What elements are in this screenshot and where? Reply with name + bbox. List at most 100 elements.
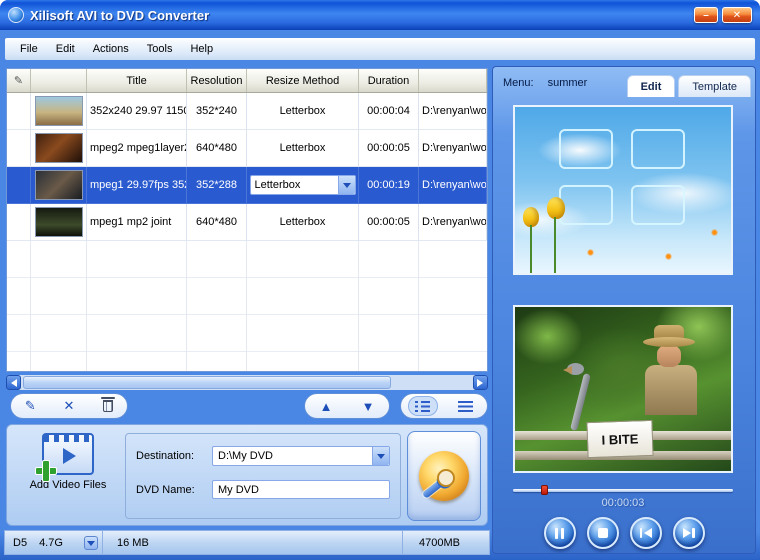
video-preview: I BITE	[513, 305, 733, 473]
playback-controls	[493, 517, 755, 549]
table-row[interactable]: mpeg2 mpeg1layer2 640*480 Letterbox 00:0…	[7, 130, 487, 167]
file-list-table: ✎ Title Resolution Resize Method Duratio…	[6, 68, 488, 372]
resize-method-combobox[interactable]: Letterbox	[249, 175, 356, 195]
dropdown-arrow-icon[interactable]	[337, 176, 355, 194]
row-resolution: 352*288	[187, 167, 247, 204]
row-title: mpeg1 29.97fps 352	[87, 167, 187, 204]
row-resize-method: Letterbox	[247, 130, 359, 167]
row-path: D:\renyan\wor	[419, 167, 487, 204]
seek-handle[interactable]	[541, 485, 548, 495]
list-view-icon	[458, 400, 473, 412]
output-panel: Add Video Files Destination: D:\My DVD D…	[6, 424, 488, 526]
playback-time: 00:00:03	[601, 497, 645, 509]
dvd-settings-groupbox: Destination: D:\My DVD DVD Name:	[125, 433, 401, 519]
scroll-left-icon[interactable]	[6, 375, 21, 390]
add-video-files-button[interactable]: Add Video Files	[15, 429, 121, 523]
tab-template[interactable]: Template	[678, 75, 751, 97]
total-size-segment: 4700MB	[403, 531, 489, 554]
used-size-segment: 16 MB	[103, 531, 403, 554]
close-button[interactable]: ✕	[722, 7, 752, 23]
title-bar[interactable]: Xilisoft AVI to DVD Converter – ✕	[0, 0, 760, 30]
dropdown-arrow-icon[interactable]	[372, 447, 389, 465]
skip-back-icon	[639, 528, 642, 538]
tab-edit[interactable]: Edit	[626, 75, 676, 97]
row-duration: 00:00:19	[359, 167, 419, 204]
add-video-files-label: Add Video Files	[29, 479, 107, 491]
row-path: D:\renyan\wor	[419, 130, 487, 167]
row-resize-method: Letterbox	[247, 93, 359, 130]
title-column-header[interactable]: Title	[87, 69, 187, 92]
menu-actions[interactable]: Actions	[84, 40, 138, 58]
video-thumbnail	[34, 207, 83, 237]
tulip-flower	[523, 207, 541, 273]
video-thumbnail	[34, 170, 83, 200]
disc-size: 4.7G	[39, 536, 63, 549]
menu-file[interactable]: File	[11, 40, 47, 58]
previous-button[interactable]	[629, 517, 662, 549]
menu-template-name: summer	[547, 77, 588, 89]
preview-topbar: Menu: summer Edit Template	[493, 67, 755, 97]
row-resolution: 352*240	[187, 93, 247, 130]
row-resolution: 640*480	[187, 204, 247, 241]
list-view-button[interactable]	[451, 396, 481, 416]
edit-tools-group: ✎ ✕	[10, 393, 128, 419]
scroll-right-icon[interactable]	[473, 375, 488, 390]
menu-edit[interactable]: Edit	[47, 40, 84, 58]
edit-icon: ✎	[24, 398, 36, 413]
remove-button[interactable]: ✕	[54, 396, 84, 416]
minimize-icon: –	[703, 9, 709, 21]
resize-method-column-header[interactable]: Resize Method	[247, 69, 359, 92]
close-icon: ✕	[732, 9, 742, 21]
seek-slider[interactable]	[513, 485, 733, 495]
stop-button[interactable]	[586, 517, 619, 549]
next-button[interactable]	[672, 517, 705, 549]
total-size: 4700MB	[419, 536, 460, 549]
scrollbar-thumb[interactable]	[23, 376, 391, 389]
menu-template-preview	[513, 105, 733, 275]
move-down-button[interactable]: ▼	[353, 396, 383, 416]
pencil-icon: ✎	[13, 75, 24, 87]
detail-view-button[interactable]	[407, 396, 438, 416]
destination-dropdown[interactable]: D:\My DVD	[212, 446, 390, 466]
used-size: 16 MB	[117, 536, 149, 549]
preview-tabs: Edit Template	[626, 75, 751, 97]
table-row[interactable]: 352x240 29.97 1150 352*240 Letterbox 00:…	[7, 93, 487, 130]
horizontal-scrollbar[interactable]	[6, 375, 488, 390]
minimize-button[interactable]: –	[694, 7, 718, 23]
plus-icon	[35, 460, 57, 482]
table-row[interactable]: mpeg1 mp2 joint 640*480 Letterbox 00:00:…	[7, 204, 487, 241]
skip-forward-icon	[682, 528, 691, 538]
thumbnail-column-header[interactable]	[31, 69, 87, 92]
menu-tools[interactable]: Tools	[138, 40, 182, 58]
path-column-header[interactable]	[419, 69, 487, 92]
window-controls: – ✕	[694, 7, 752, 23]
down-arrow-icon: ▼	[361, 398, 375, 414]
row-duration: 00:00:05	[359, 204, 419, 241]
row-duration: 00:00:05	[359, 130, 419, 167]
detail-view-icon	[415, 400, 430, 412]
flower-sparkle	[711, 229, 718, 236]
duration-column-header[interactable]: Duration	[359, 69, 419, 92]
disc-size-dropdown[interactable]	[84, 536, 98, 550]
table-row-selected[interactable]: mpeg1 29.97fps 352 352*288 Letterbox 00:…	[7, 167, 487, 204]
move-tools-group: ▲ ▼	[304, 393, 390, 419]
resolution-column-header[interactable]: Resolution	[187, 69, 247, 92]
pause-button[interactable]	[543, 517, 576, 549]
menu-help[interactable]: Help	[181, 40, 222, 58]
dvd-name-input[interactable]	[212, 480, 390, 499]
row-resize-method: Letterbox	[247, 204, 359, 241]
menu-bar: File Edit Actions Tools Help	[5, 38, 755, 60]
template-frame	[559, 185, 613, 225]
tulip-flower	[547, 197, 567, 273]
burn-button[interactable]	[407, 431, 481, 521]
stop-icon	[597, 528, 608, 538]
edit-column-header[interactable]: ✎	[7, 69, 31, 92]
disc-size-segment: D5 4.7G	[5, 531, 103, 554]
flower-sparkle	[665, 253, 672, 260]
clear-button[interactable]	[93, 396, 123, 416]
pause-icon	[555, 527, 558, 539]
move-up-button[interactable]: ▲	[311, 396, 341, 416]
edit-button[interactable]: ✎	[15, 396, 45, 416]
destination-label: Destination:	[136, 450, 195, 462]
combobox-value: Letterbox	[254, 179, 301, 191]
